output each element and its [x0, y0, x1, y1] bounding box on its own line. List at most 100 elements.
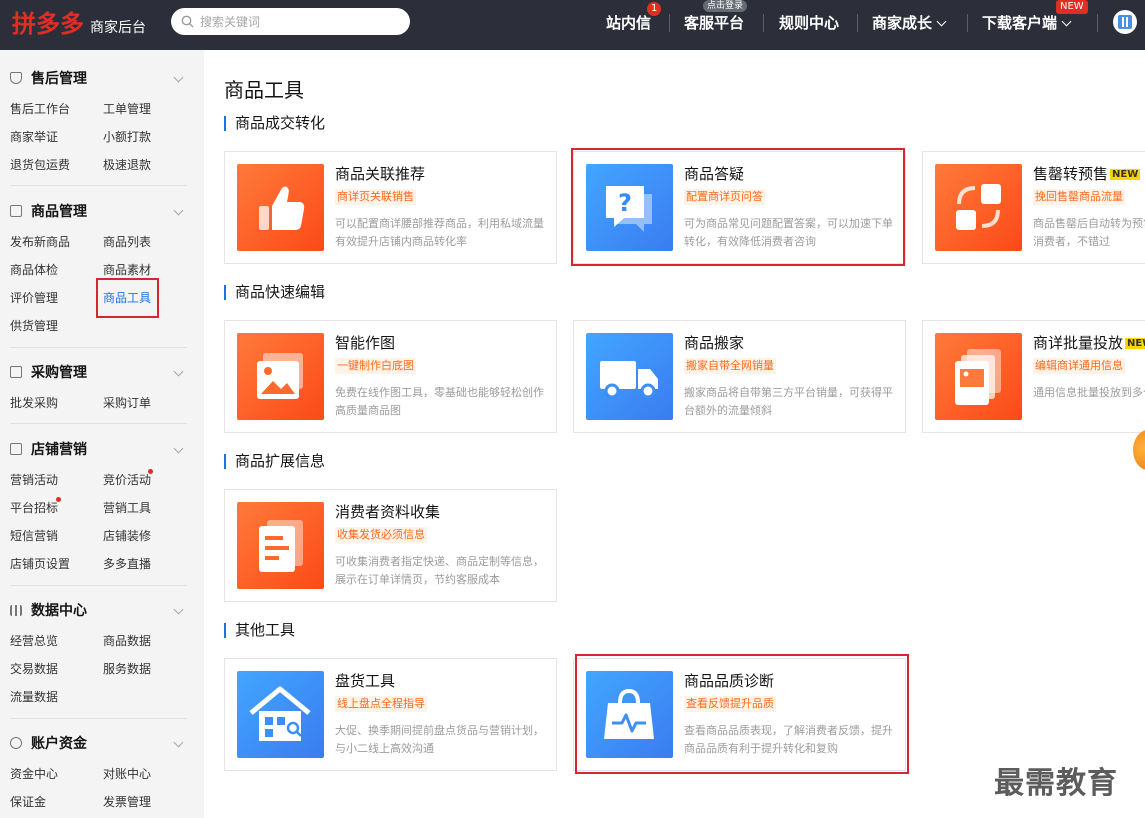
nav-download-label: 下载客户端: [982, 14, 1058, 32]
section-title: 商品快速编辑: [224, 285, 325, 300]
card-title: 消费者资料收集: [335, 503, 441, 521]
floating-assistant-button[interactable]: [1133, 430, 1145, 470]
card-title: 售罄转预售 NEW: [1033, 163, 1141, 184]
sidebar-item[interactable]: 售后工作台: [10, 101, 70, 117]
sidebar-item[interactable]: 营销活动: [10, 472, 58, 488]
sidebar-divider: [10, 423, 187, 424]
sidebar-item[interactable]: 多多直播: [103, 556, 151, 572]
tool-card-inventory[interactable]: 盘货工具 线上盘点全程指导 大促、换季期间提前盘点货品与营销计划，与小二线上高效…: [224, 658, 557, 771]
sidebar-group-purchase[interactable]: 采购管理: [10, 361, 87, 383]
sidebar-group-funds[interactable]: 账户资金: [10, 732, 87, 754]
messages-count-badge: 1: [647, 2, 662, 16]
nav-messages-label: 站内信: [606, 14, 652, 32]
sidebar-group-title: 商品管理: [31, 204, 87, 220]
sidebar-item[interactable]: 采购订单: [103, 395, 151, 411]
highlight-box: [96, 278, 159, 318]
sidebar-item[interactable]: 竞价活动: [103, 472, 151, 488]
nav-download[interactable]: 下载客户端 NEW: [982, 0, 1088, 36]
chevron-down-icon[interactable]: [173, 205, 184, 216]
store-icon: [1118, 15, 1132, 29]
sidebar-group-goods[interactable]: 商品管理: [10, 200, 87, 222]
nav-service[interactable]: 客服平台 点击登录: [684, 0, 748, 36]
section-title: 商品扩展信息: [224, 454, 325, 469]
tool-card-goods-move[interactable]: 商品搬家 搬家自带全网销量 搬家商品将自带第三方平台销量，可获得平台额外的流量倾…: [573, 320, 906, 433]
card-title: 商品关联推荐: [335, 165, 426, 183]
sidebar-group-marketing[interactable]: 店铺营销: [10, 438, 87, 460]
page-title: 商品工具: [224, 78, 304, 102]
card-title: 盘货工具: [335, 672, 396, 690]
search-input[interactable]: [200, 14, 390, 29]
chevron-down-icon[interactable]: [173, 737, 184, 748]
sidebar: 售后管理 售后工作台 工单管理 商家举证 小额打款 退货包运费 极速退款 商品管…: [0, 50, 204, 818]
sidebar-item[interactable]: 极速退款: [103, 157, 151, 173]
sidebar-item[interactable]: 交易数据: [10, 661, 58, 677]
logo[interactable]: 拼多多 商家后台: [12, 6, 146, 42]
sidebar-item[interactable]: 营销工具: [103, 500, 151, 516]
thumbs-up-icon: [237, 164, 324, 251]
search-icon: [181, 15, 194, 28]
search-box[interactable]: [171, 8, 410, 35]
sidebar-divider: [10, 347, 187, 348]
card-description: 可收集消费者指定快递、商品定制等信息，展示在订单详情页，节约客服成本: [335, 555, 544, 586]
sidebar-item[interactable]: 对账中心: [103, 766, 151, 782]
sidebar-item[interactable]: 退货包运费: [10, 157, 70, 173]
sidebar-item[interactable]: 服务数据: [103, 661, 151, 677]
tool-card-batch-detail[interactable]: 商详批量投放NEW 编辑商详通用信息 通用信息批量投放到多个商品，一次设置: [922, 320, 1145, 433]
sidebar-item[interactable]: 店铺页设置: [10, 556, 70, 572]
chevron-down-icon: [1061, 16, 1072, 27]
shield-icon: [10, 72, 22, 84]
main-content: 商品工具 商品成交转化 商品关联推荐 商详页关联销售 可以配置商详腰部推荐商品，…: [204, 50, 1145, 818]
sidebar-item[interactable]: 短信营销: [10, 528, 58, 544]
sidebar-item[interactable]: 商品数据: [103, 633, 151, 649]
sidebar-item[interactable]: 商品素材: [103, 262, 151, 278]
nav-divider: [763, 14, 764, 32]
image-cards-icon: [935, 333, 1022, 420]
sidebar-item[interactable]: 发票管理: [103, 794, 151, 810]
tool-card-consumer-info[interactable]: 消费者资料收集 收集发货必须信息 可收集消费者指定快递、商品定制等信息，展示在订…: [224, 489, 557, 602]
sidebar-item[interactable]: 发布新商品: [10, 234, 70, 250]
tool-card-soldout-presale[interactable]: 售罄转预售NEW 挽回售罄商品流量 商品售罄后自动转为预售，不错过任何一个消费者…: [922, 151, 1145, 264]
sidebar-item[interactable]: 供货管理: [10, 318, 58, 334]
refresh-grid-icon: [935, 164, 1022, 251]
sidebar-item[interactable]: 工单管理: [103, 101, 151, 117]
sidebar-item[interactable]: 经营总览: [10, 633, 58, 649]
sidebar-item[interactable]: 商品体检: [10, 262, 58, 278]
sidebar-item[interactable]: 商品列表: [103, 234, 151, 250]
tool-card-smart-design[interactable]: 智能作图 一键制作白底图 免费在线作图工具，零基础也能够轻松创作高质量商品图: [224, 320, 557, 433]
chevron-down-icon[interactable]: [173, 443, 184, 454]
sidebar-item[interactable]: 资金中心: [10, 766, 58, 782]
avatar[interactable]: [1113, 10, 1137, 34]
sidebar-divider: [10, 718, 187, 719]
store-icon: [10, 443, 22, 455]
image-stack-icon: [237, 333, 324, 420]
nav-messages[interactable]: 站内信 1: [606, 2, 662, 36]
new-dot: [148, 469, 153, 474]
sidebar-item[interactable]: 平台招标: [10, 500, 58, 516]
sidebar-item[interactable]: 店铺装修: [103, 528, 151, 544]
nav-rules[interactable]: 规则中心: [779, 12, 839, 36]
card-tag: 商详页关联销售: [335, 189, 416, 205]
highlight-box: [575, 654, 909, 774]
section-title: 其他工具: [224, 623, 295, 638]
watermark: 最需教育: [994, 766, 1118, 801]
chevron-down-icon[interactable]: [173, 366, 184, 377]
sidebar-group-after-sales[interactable]: 售后管理: [10, 67, 87, 89]
sidebar-item[interactable]: 评价管理: [10, 290, 58, 306]
card-tag: 收集发货必须信息: [335, 527, 427, 543]
sidebar-group-title: 店铺营销: [31, 442, 87, 458]
sidebar-group-title: 售后管理: [31, 71, 87, 87]
sidebar-group-data[interactable]: 数据中心: [10, 599, 87, 621]
chevron-down-icon[interactable]: [173, 604, 184, 615]
chevron-down-icon: [936, 16, 947, 27]
sidebar-item[interactable]: 商家举证: [10, 129, 58, 145]
sidebar-divider: [10, 185, 187, 186]
sidebar-item[interactable]: 小额打款: [103, 129, 151, 145]
chevron-down-icon[interactable]: [173, 72, 184, 83]
tool-card-related-recommend[interactable]: 商品关联推荐 商详页关联销售 可以配置商详腰部推荐商品，利用私域流量有效提升店铺…: [224, 151, 557, 264]
nav-divider: [967, 14, 968, 32]
sidebar-group-title: 采购管理: [31, 365, 87, 381]
nav-growth[interactable]: 商家成长: [872, 12, 947, 36]
sidebar-item[interactable]: 流量数据: [10, 689, 58, 705]
sidebar-item[interactable]: 保证金: [10, 794, 46, 810]
sidebar-item[interactable]: 批发采购: [10, 395, 58, 411]
